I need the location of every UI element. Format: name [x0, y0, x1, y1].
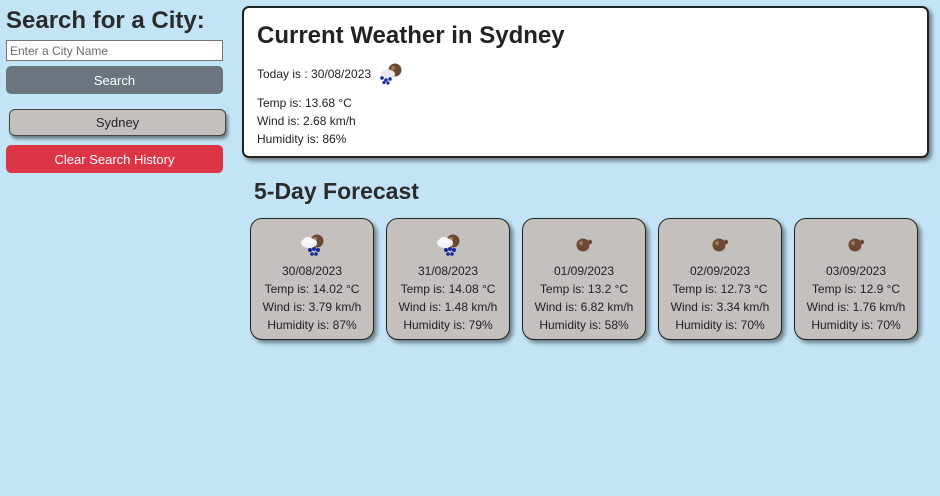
current-humidity: Humidity is: 86%: [257, 132, 347, 146]
forecast-temp: Temp is: 14.02 °C: [264, 282, 360, 296]
rain-cloud-icon: [432, 230, 464, 258]
forecast-wind: Wind is: 6.82 km/h: [534, 300, 634, 314]
city-search-input[interactable]: [6, 40, 223, 61]
forecast-wind: Wind is: 1.76 km/h: [806, 300, 906, 314]
forecast-temp: Temp is: 12.73 °C: [672, 282, 768, 296]
today-date: Today is : 30/08/2023: [257, 67, 372, 81]
forecast-title: 5-Day Forecast: [254, 178, 419, 204]
forecast-temp: Temp is: 13.2 °C: [539, 282, 629, 296]
sidebar: Search for a City: Search Sydney Clear S…: [6, 6, 226, 173]
search-button[interactable]: Search: [6, 66, 223, 94]
forecast-date: 31/08/2023: [417, 264, 479, 278]
forecast-wind: Wind is: 3.79 km/h: [262, 300, 362, 314]
forecast-temp: Temp is: 14.08 °C: [400, 282, 496, 296]
forecast-humidity: Humidity is: 58%: [539, 318, 629, 332]
forecast-card: 03/09/2023 Temp is: 12.9 °C Wind is: 1.7…: [794, 218, 918, 340]
rain-cloud-icon: [375, 61, 405, 88]
forecast-humidity: Humidity is: 87%: [267, 318, 357, 332]
cloud-icon: [706, 230, 734, 258]
cloud-icon: [570, 230, 598, 258]
current-wind: Wind is: 2.68 km/h: [257, 114, 356, 128]
forecast-humidity: Humidity is: 70%: [811, 318, 901, 332]
forecast-card: 31/08/2023 Temp is: 14.08 °C Wind is: 1.…: [386, 218, 510, 340]
rain-cloud-icon: [296, 230, 328, 258]
forecast-date: 03/09/2023: [825, 264, 887, 278]
current-weather-card: Current Weather in Sydney Today is : 30/…: [242, 6, 929, 158]
cloud-icon: [842, 230, 870, 258]
forecast-date: 30/08/2023: [281, 264, 343, 278]
forecast-card: 02/09/2023 Temp is: 12.73 °C Wind is: 3.…: [658, 218, 782, 340]
forecast-humidity: Humidity is: 70%: [675, 318, 765, 332]
forecast-wind: Wind is: 1.48 km/h: [398, 300, 498, 314]
forecast-date: 02/09/2023: [689, 264, 751, 278]
forecast-humidity: Humidity is: 79%: [403, 318, 493, 332]
forecast-card: 01/09/2023 Temp is: 13.2 °C Wind is: 6.8…: [522, 218, 646, 340]
current-weather-title: Current Weather in Sydney: [257, 22, 565, 49]
current-temp: Temp is: 13.68 °C: [257, 96, 352, 110]
current-stats: Temp is: 13.68 °C Wind is: 2.68 km/h Hum…: [257, 94, 914, 148]
today-row: Today is : 30/08/2023: [257, 62, 914, 86]
history-item-sydney[interactable]: Sydney: [9, 109, 226, 136]
forecast-card: 30/08/2023 Temp is: 14.02 °C Wind is: 3.…: [250, 218, 374, 340]
forecast-date: 01/09/2023: [553, 264, 615, 278]
forecast-temp: Temp is: 12.9 °C: [811, 282, 901, 296]
forecast-wind: Wind is: 3.34 km/h: [670, 300, 770, 314]
search-heading: Search for a City:: [6, 7, 205, 34]
clear-history-button[interactable]: Clear Search History: [6, 145, 223, 173]
forecast-cards: 30/08/2023 Temp is: 14.02 °C Wind is: 3.…: [250, 218, 918, 340]
